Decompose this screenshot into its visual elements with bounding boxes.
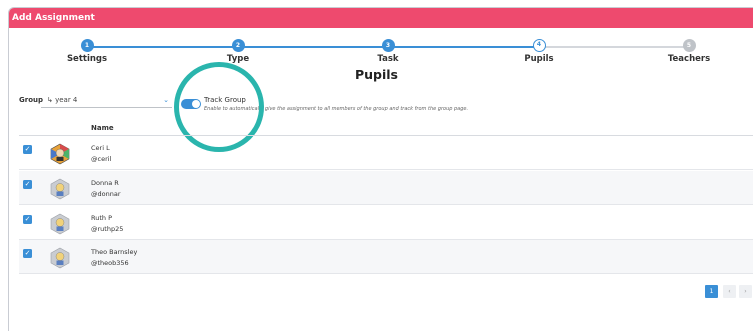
row-checkbox[interactable]: ✓ [23, 249, 32, 258]
step-number: 3 [381, 39, 395, 52]
table-row[interactable]: ✓ Donna R @donnar [19, 171, 753, 205]
step-label: Teachers [667, 54, 711, 64]
pupil-name: Theo Barnsley [91, 248, 138, 256]
stepper-progress-line [87, 46, 539, 48]
modal-title: Add Assignment [9, 8, 753, 28]
group-selected-value: ↳ year 4 [47, 96, 78, 104]
page-title: Pupils [354, 67, 399, 82]
step-label: Pupils [524, 54, 554, 64]
colorful-hexagon-avatar-icon [50, 143, 70, 165]
pupil-handle: @donnar [91, 190, 121, 198]
chevron-left-icon[interactable]: ‹ [723, 285, 736, 298]
group-select[interactable]: ↳ year 4 ⌄ [41, 93, 172, 108]
step-label: Task [377, 54, 399, 64]
step-pupils[interactable]: 4 Pupils [509, 39, 569, 64]
step-number: 2 [231, 39, 245, 52]
page-button-current[interactable]: 1 [705, 285, 718, 298]
table-row[interactable]: ✓ Ceri L @ceril [19, 136, 753, 170]
pupil-handle: @ceril [91, 155, 112, 163]
table-row[interactable]: ✓ Ruth P @ruthp25 [19, 206, 753, 240]
pupil-handle: @theob356 [91, 259, 129, 267]
step-number: 1 [80, 39, 94, 52]
step-type[interactable]: 2 Type [208, 39, 268, 64]
hexagon-avatar-icon [50, 247, 70, 269]
step-number: 5 [682, 39, 696, 52]
chevron-right-icon[interactable]: › [739, 285, 752, 298]
row-checkbox[interactable]: ✓ [23, 145, 32, 154]
hexagon-avatar-icon [50, 178, 70, 200]
row-checkbox[interactable]: ✓ [23, 180, 32, 189]
step-number: 4 [532, 39, 546, 52]
step-settings[interactable]: 1 Settings [57, 39, 117, 64]
row-checkbox[interactable]: ✓ [23, 215, 32, 224]
step-task[interactable]: 3 Task [358, 39, 418, 64]
step-label: Settings [66, 54, 108, 64]
pupil-handle: @ruthp25 [91, 225, 124, 233]
pupil-name: Ruth P [91, 214, 112, 222]
pupil-name: Ceri L [91, 144, 110, 152]
table-row[interactable]: ✓ Theo Barnsley @theob356 [19, 240, 753, 274]
column-header-name[interactable]: Name [91, 124, 114, 132]
chevron-down-icon: ⌄ [163, 96, 169, 104]
step-teachers[interactable]: 5 Teachers [659, 39, 719, 64]
pupil-name: Donna R [91, 179, 119, 187]
hexagon-avatar-icon [50, 213, 70, 235]
group-label: Group [19, 96, 44, 104]
